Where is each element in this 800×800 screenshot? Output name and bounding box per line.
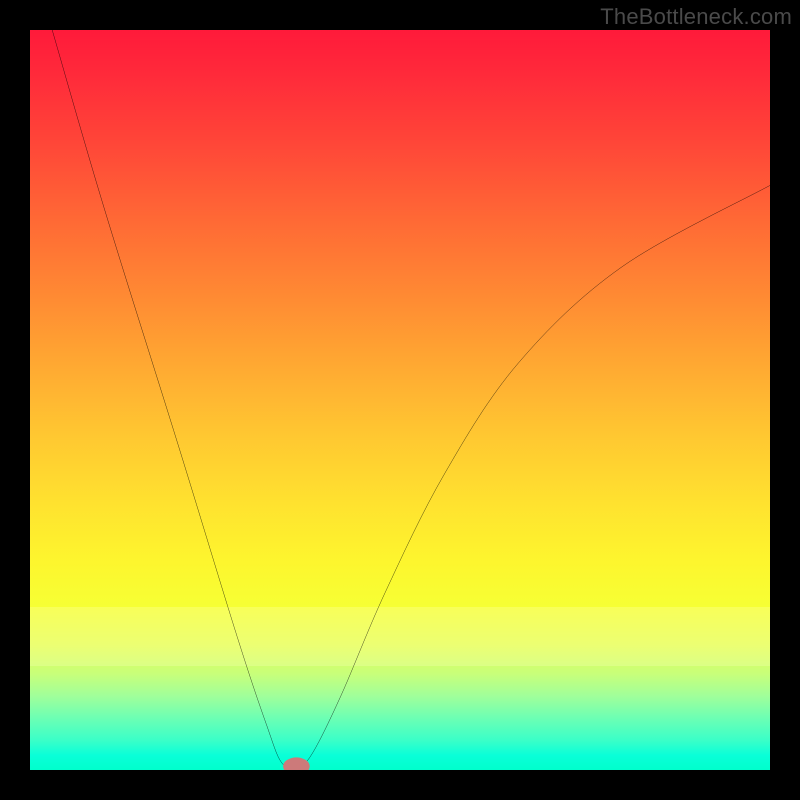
bottleneck-curve [52, 30, 770, 768]
watermark-text: TheBottleneck.com [600, 4, 792, 30]
chart-svg [30, 30, 770, 770]
minimum-marker [283, 757, 310, 770]
chart-frame: TheBottleneck.com [0, 0, 800, 800]
plot-area [30, 30, 770, 770]
